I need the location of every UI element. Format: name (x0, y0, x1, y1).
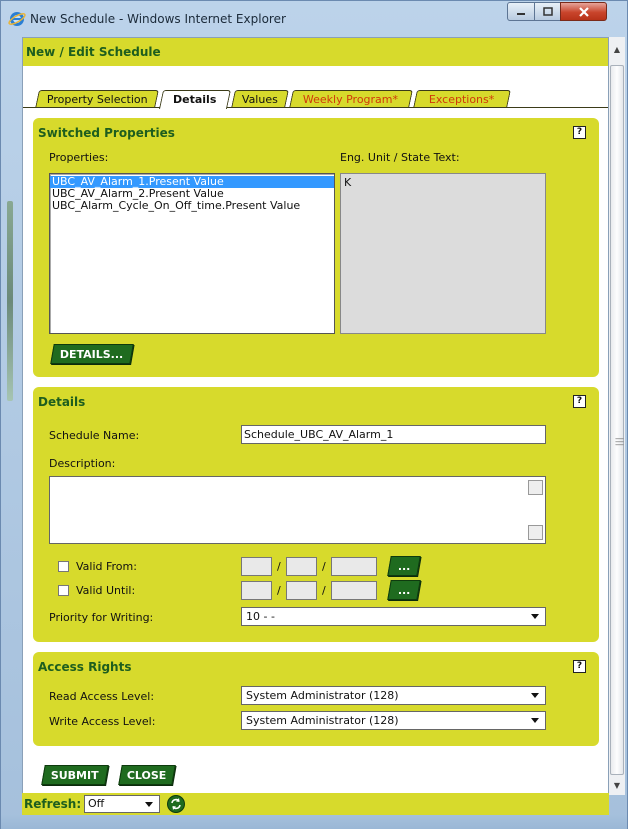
tab-label: Details (173, 93, 217, 106)
scrollbar-thumb[interactable]: — — — (610, 65, 624, 775)
select-value: System Administrator (128) (246, 689, 399, 702)
refresh-label: Refresh: (24, 797, 82, 811)
panel-heading: Access Rights (38, 660, 132, 674)
tab-values[interactable]: Values (231, 90, 289, 108)
date-separator: / (277, 584, 281, 597)
window-edge-decoration (7, 201, 13, 401)
refresh-icon[interactable] (167, 795, 185, 813)
page-content: New / Edit Schedule Property Selection D… (22, 37, 609, 815)
vertical-scrollbar[interactable]: ▲ — — — ▼ (608, 37, 625, 795)
select-value: System Administrator (128) (246, 714, 399, 727)
valid-from-year[interactable] (331, 557, 377, 576)
valid-from-label: Valid From: (76, 560, 137, 573)
button-label: ... (397, 584, 411, 597)
tab-label: Weekly Program* (303, 93, 399, 106)
valid-until-year[interactable] (331, 581, 377, 600)
tab-property-selection[interactable]: Property Selection (35, 90, 159, 108)
browser-window: New Schedule - Windows Internet Explorer… (0, 0, 628, 829)
chevron-down-icon (531, 693, 539, 698)
button-label: CLOSE (127, 769, 167, 782)
date-separator: / (322, 584, 326, 597)
textarea-scroll-up[interactable] (528, 480, 543, 495)
scroll-down-icon[interactable]: ▼ (609, 777, 625, 793)
tab-divider (23, 107, 608, 108)
schedule-name-label: Schedule Name: (49, 429, 140, 442)
date-separator: / (322, 560, 326, 573)
scroll-up-icon[interactable]: ▲ (609, 41, 625, 57)
schedule-name-input[interactable]: Schedule_UBC_AV_Alarm_1 (241, 425, 546, 444)
valid-until-label: Valid Until: (76, 584, 136, 597)
button-label: SUBMIT (50, 769, 99, 782)
tab-exceptions[interactable]: Exceptions* (413, 90, 511, 108)
description-textarea[interactable] (49, 476, 546, 544)
help-icon[interactable]: ? (573, 660, 586, 673)
tab-label: Exceptions* (429, 93, 495, 106)
button-label: ... (397, 560, 411, 573)
refresh-select[interactable]: Off (84, 795, 160, 813)
help-icon[interactable]: ? (573, 126, 586, 139)
close-button[interactable]: CLOSE (118, 765, 176, 785)
priority-label: Priority for Writing: (49, 611, 154, 624)
window-title: New Schedule - Windows Internet Explorer (30, 12, 286, 26)
read-access-label: Read Access Level: (49, 690, 155, 703)
tab-bar: Property Selection Details Values Weekly… (23, 90, 608, 109)
valid-until-month[interactable] (286, 581, 317, 600)
tab-details[interactable]: Details (158, 90, 232, 109)
page-title: New / Edit Schedule (23, 38, 608, 66)
details-panel: Details ? Schedule Name: Schedule_UBC_AV… (33, 387, 599, 642)
valid-until-picker-button[interactable]: ... (387, 580, 421, 600)
read-access-select[interactable]: System Administrator (128) (241, 686, 546, 705)
maximize-button[interactable] (534, 2, 561, 21)
panel-heading: Switched Properties (38, 126, 175, 140)
minimize-icon (517, 12, 525, 15)
chevron-down-icon (531, 718, 539, 723)
help-icon[interactable]: ? (573, 395, 586, 408)
description-label: Description: (49, 457, 116, 470)
close-icon (578, 6, 589, 17)
priority-select[interactable]: 10 - - (241, 607, 546, 626)
valid-from-picker-button[interactable]: ... (387, 556, 421, 576)
list-item[interactable]: UBC_Alarm_Cycle_On_Off_time.Present Valu… (50, 200, 334, 212)
eng-unit-value: K (344, 176, 352, 189)
select-value: 10 - - (246, 610, 275, 623)
write-access-select[interactable]: System Administrator (128) (241, 711, 546, 730)
minimize-button[interactable] (507, 2, 535, 21)
scroll-grip-icon: — — — (615, 434, 624, 450)
title-bar[interactable]: New Schedule - Windows Internet Explorer (1, 1, 627, 37)
chevron-down-icon (531, 614, 539, 619)
panel-heading: Details (38, 395, 86, 409)
button-label: DETAILS... (60, 348, 124, 361)
refresh-bar: Refresh: Off (22, 793, 609, 815)
date-separator: / (277, 560, 281, 573)
eng-unit-box: K (340, 173, 546, 334)
valid-until-checkbox[interactable] (58, 585, 69, 596)
valid-until-day[interactable] (241, 581, 272, 600)
switched-properties-panel: Switched Properties ? Properties: Eng. U… (33, 118, 599, 377)
select-value: Off (88, 797, 105, 810)
tab-weekly-program[interactable]: Weekly Program* (289, 90, 413, 108)
chevron-down-icon (145, 802, 153, 807)
eng-unit-label: Eng. Unit / State Text: (340, 151, 460, 164)
internet-explorer-icon (8, 12, 26, 26)
textarea-scroll-down[interactable] (528, 525, 543, 540)
access-rights-panel: Access Rights ? Read Access Level: Syste… (33, 652, 599, 746)
refresh-arrows-icon (171, 798, 181, 810)
details-button[interactable]: DETAILS... (50, 344, 134, 364)
valid-from-checkbox[interactable] (58, 561, 69, 572)
valid-from-day[interactable] (241, 557, 272, 576)
tab-label: Property Selection (46, 93, 148, 106)
window-bottom-frame (1, 815, 627, 829)
properties-listbox[interactable]: UBC_AV_Alarm_1.Present Value UBC_AV_Alar… (49, 173, 335, 334)
close-window-button[interactable] (560, 2, 607, 21)
submit-button[interactable]: SUBMIT (41, 765, 109, 785)
write-access-label: Write Access Level: (49, 715, 156, 728)
tab-label: Values (241, 93, 278, 106)
maximize-icon (542, 6, 553, 16)
valid-from-month[interactable] (286, 557, 317, 576)
properties-label: Properties: (49, 151, 109, 164)
